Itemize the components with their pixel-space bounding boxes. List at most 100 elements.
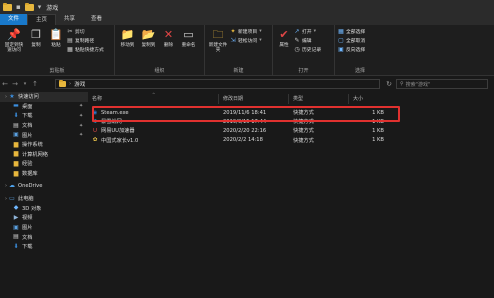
nav-item-label: 图片 xyxy=(22,225,33,232)
chevron-down-icon: ▾ xyxy=(313,29,317,34)
search-icon: ⚲ xyxy=(400,81,404,87)
folder-icon xyxy=(3,2,12,11)
nav-item[interactable]: › ★ 快速访问 xyxy=(0,92,88,102)
star-icon: ★ xyxy=(9,92,15,100)
file-list: ^ 名称 修改日期 类型 大小 ◉ Steam.exe 2019/11/6 18:4… xyxy=(88,92,494,298)
select-all-button[interactable]: ▦ 全部选择 xyxy=(338,28,365,35)
new-group-label: 新建 xyxy=(233,68,244,74)
file-type: 快捷方式 xyxy=(293,128,314,135)
column-size[interactable]: 大小 xyxy=(349,94,394,104)
up-arrow-icon[interactable]: ↑ xyxy=(30,80,40,88)
nav-item[interactable]: ▣ 图片 ✦ xyxy=(0,130,88,140)
3d-objects-icon: ◆ xyxy=(13,204,19,212)
nav-item-label: 计算机网络 xyxy=(22,151,48,158)
file-date: 2020/2/2 14:18 xyxy=(223,137,263,144)
nav-item[interactable]: ▶ 视频 xyxy=(0,213,88,223)
document-icon: ▤ xyxy=(13,233,19,241)
history-button[interactable]: ◷ 历史记录 xyxy=(294,46,321,53)
rename-button[interactable]: ▭ 重命名 xyxy=(179,27,198,49)
tab-share[interactable]: 共享 xyxy=(56,14,83,25)
pin-icon: 📌 xyxy=(7,27,21,41)
properties-quick-icon[interactable]: ▪ xyxy=(16,3,21,11)
select-all-icon: ▦ xyxy=(338,27,344,35)
delete-button[interactable]: ✕ 删除 xyxy=(160,27,177,49)
easy-access-button[interactable]: ⇲ 轻松访问 ▾ xyxy=(230,37,261,44)
copy-to-button[interactable]: 📂 复制到 xyxy=(139,27,158,49)
folder-icon xyxy=(59,80,66,87)
folder-icon: ▆ xyxy=(13,159,19,167)
nav-item-label: 数据库 xyxy=(22,171,38,178)
forward-arrow-icon[interactable]: → xyxy=(10,80,20,88)
copy-path-button[interactable]: ▤ 复制路径 xyxy=(67,37,104,44)
folder-icon: ▆ xyxy=(13,150,19,158)
file-row[interactable]: ✿ 中国式家长v1.0 2020/2/2 14:18 快捷方式 1 KB xyxy=(88,136,494,145)
new-small-buttons: ✦ 新建项目 ▾ ⇲ 轻松访问 ▾ xyxy=(230,27,261,44)
open-button[interactable]: ↗ 打开 ▾ xyxy=(294,28,321,35)
edit-button[interactable]: ✎ 编辑 xyxy=(294,37,321,44)
nav-item-label: 桌面 xyxy=(22,103,33,110)
folder-icon: ▆ xyxy=(13,140,19,148)
sort-caret-icon: ^ xyxy=(152,92,156,97)
search-placeholder: 搜索"游戏" xyxy=(405,81,431,88)
refresh-icon[interactable]: ↻ xyxy=(384,79,394,89)
nav-item[interactable]: › ☁ OneDrive xyxy=(0,181,88,191)
clipboard-small-buttons: ✂ 剪切 ▤ 复制路径 ▦ 粘贴快捷方式 xyxy=(67,27,104,53)
desktop-icon: ▬ xyxy=(13,102,19,110)
nav-item[interactable]: ▤ 文档 xyxy=(0,232,88,242)
invert-selection-icon: ▣ xyxy=(338,45,344,53)
search-box[interactable]: ⚲ 搜索"游戏" xyxy=(396,79,488,89)
nav-item-label: 快速访问 xyxy=(18,94,39,101)
address-bar[interactable]: › 游戏 xyxy=(55,79,380,89)
tab-view[interactable]: 查看 xyxy=(83,14,110,25)
new-folder-quick-icon[interactable] xyxy=(24,2,34,11)
new-item-button[interactable]: ✦ 新建项目 ▾ xyxy=(230,27,261,35)
properties-button[interactable]: ✔ 属性 xyxy=(276,27,292,49)
ribbon-tabs: 文件 主页 共享 查看 xyxy=(0,14,494,25)
nav-item[interactable]: ▤ 文档 ✦ xyxy=(0,121,88,131)
select-none-button[interactable]: ▢ 全部取消 xyxy=(338,37,365,44)
folder-icon: ▆ xyxy=(13,169,19,177)
invert-selection-button[interactable]: ▣ 反向选择 xyxy=(338,46,365,53)
file-type: 快捷方式 xyxy=(293,137,314,144)
new-folder-button[interactable]: 🗀 新建文件夹 xyxy=(208,27,228,54)
copy-path-icon: ▤ xyxy=(67,36,73,44)
window-title: 游戏 xyxy=(46,4,59,12)
column-date[interactable]: 修改日期 xyxy=(219,94,289,104)
nav-item[interactable]: ◆ 3D 对象 xyxy=(0,204,88,214)
back-arrow-icon[interactable]: ← xyxy=(0,80,10,88)
nav-item[interactable]: ⬇ 下载 ✦ xyxy=(0,111,88,121)
nav-item[interactable]: ▬ 桌面 ✦ xyxy=(0,102,88,112)
rename-icon: ▭ xyxy=(183,27,194,41)
pin-quick-access-button[interactable]: 📌 固定到快速访问 xyxy=(3,27,25,54)
scissors-icon: ✂ xyxy=(67,27,73,35)
paste-button[interactable]: 📋 粘贴 xyxy=(47,27,65,49)
navigation-pane: › ★ 快速访问 ▬ 桌面 ✦ ⬇ 下载 ✦ ▤ 文档 ✦ ▣ 图片 ✦ ▆ 操作系统 ▆ 计算机网络 ▆ 经验 ▆ 数据库… xyxy=(0,92,88,298)
new-item-icon: ✦ xyxy=(230,27,236,35)
file-row[interactable]: U 网易UU加速器 2020/2/20 22:16 快捷方式 1 KB xyxy=(88,126,494,135)
copy-button[interactable]: ❐ 复制 xyxy=(27,27,45,49)
nav-item[interactable]: ▣ 图片 xyxy=(0,223,88,233)
paste-shortcut-button[interactable]: ▦ 粘贴快捷方式 xyxy=(67,46,104,53)
nav-item[interactable]: ▆ 经验 xyxy=(0,159,88,169)
nav-item[interactable]: ⬇ 下载 xyxy=(0,242,88,252)
tab-home[interactable]: 主页 xyxy=(27,14,57,25)
recent-locations-icon[interactable]: ▾ xyxy=(20,81,30,87)
game-icon: ✿ xyxy=(92,137,98,144)
chevron-down-icon[interactable]: ▾ xyxy=(38,3,42,11)
nav-item-label: OneDrive xyxy=(18,183,43,190)
cut-button[interactable]: ✂ 剪切 xyxy=(67,28,104,35)
quick-access-toolbar: ▪ ▾ xyxy=(3,2,42,11)
file-name-cell: ✿ 中国式家长v1.0 xyxy=(88,137,219,144)
move-to-button[interactable]: 📁 移动到 xyxy=(118,27,137,49)
video-icon: ▶ xyxy=(13,213,19,221)
clipboard-group-label: 剪贴板 xyxy=(49,68,65,74)
history-icon: ◷ xyxy=(294,45,300,53)
picture-icon: ▣ xyxy=(13,223,19,231)
cloud-icon: ☁ xyxy=(9,182,15,190)
nav-item[interactable]: ▆ 计算机网络 xyxy=(0,150,88,160)
tab-file[interactable]: 文件 xyxy=(0,14,28,25)
column-type[interactable]: 类型 xyxy=(289,94,349,104)
nav-item[interactable]: ▆ 数据库 xyxy=(0,169,88,179)
nav-item[interactable]: › ▭ 此电脑 xyxy=(0,194,88,204)
nav-item[interactable]: ▆ 操作系统 xyxy=(0,140,88,150)
